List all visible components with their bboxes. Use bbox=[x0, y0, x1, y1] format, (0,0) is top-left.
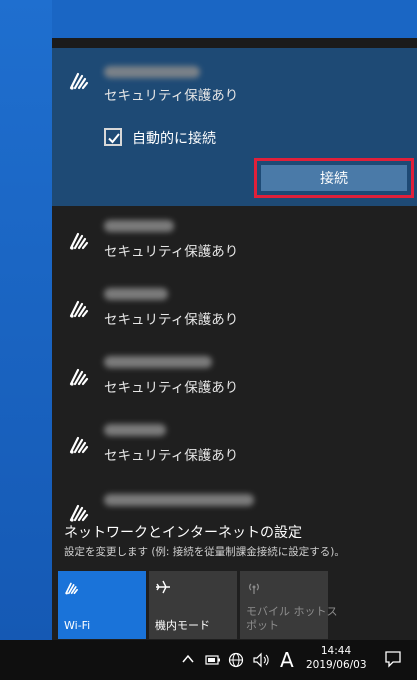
network-name bbox=[104, 356, 212, 368]
airplane-icon bbox=[155, 579, 171, 599]
wifi-icon bbox=[64, 579, 82, 599]
wifi-signal-icon bbox=[68, 432, 94, 454]
airplane-mode-tile[interactable]: 機内モード bbox=[149, 571, 237, 639]
connect-highlight: 接続 bbox=[254, 158, 414, 198]
network-status: セキュリティ保護あり bbox=[104, 88, 239, 104]
wifi-signal-icon bbox=[68, 500, 94, 522]
airplane-tile-label: 機内モード bbox=[155, 619, 210, 632]
clock-date: 2019/06/03 bbox=[306, 659, 367, 671]
auto-connect-label: 自動的に接続 bbox=[132, 131, 216, 147]
action-center-icon[interactable] bbox=[384, 650, 402, 672]
network-status: セキュリティ保護あり bbox=[104, 244, 239, 260]
taskbar-clock[interactable]: 14:44 2019/06/03 bbox=[306, 644, 367, 672]
clock-time: 14:44 bbox=[320, 645, 352, 657]
selected-network[interactable]: セキュリティ保護あり 自動的に接続 接続 bbox=[52, 48, 417, 206]
network-globe-icon[interactable] bbox=[228, 652, 244, 672]
list-item[interactable]: セキュリティ保護あり bbox=[52, 274, 417, 342]
battery-icon[interactable] bbox=[205, 654, 221, 670]
network-name bbox=[104, 288, 168, 300]
ime-indicator[interactable]: A bbox=[280, 648, 294, 672]
network-name bbox=[104, 66, 200, 78]
network-status: セキュリティ保護あり bbox=[104, 448, 239, 464]
quick-actions: Wi-Fi 機内モード モバイル ホットス ポット bbox=[58, 571, 417, 639]
wifi-toggle-tile[interactable]: Wi-Fi bbox=[58, 571, 146, 639]
desktop-background bbox=[0, 0, 52, 640]
network-flyout: セキュリティ保護あり 自動的に接続 接続 セキュリティ保護あり セキュリティ保護… bbox=[52, 38, 417, 640]
wifi-tile-label: Wi-Fi bbox=[64, 619, 91, 632]
network-settings-link[interactable]: ネットワークとインターネットの設定 bbox=[64, 522, 302, 542]
connect-button[interactable]: 接続 bbox=[261, 165, 407, 191]
show-hidden-icons-button[interactable] bbox=[182, 652, 194, 668]
network-settings-description: 設定を変更します (例: 接続を従量制課金接続に設定する)。 bbox=[64, 546, 345, 558]
network-status: セキュリティ保護あり bbox=[104, 380, 239, 396]
wifi-signal-icon bbox=[68, 228, 94, 250]
auto-connect-checkbox[interactable] bbox=[104, 128, 122, 146]
wifi-signal-icon bbox=[68, 68, 94, 90]
network-status: セキュリティ保護あり bbox=[104, 312, 239, 328]
wifi-signal-icon bbox=[68, 296, 94, 318]
wifi-signal-icon bbox=[68, 364, 94, 386]
network-name bbox=[104, 424, 166, 436]
list-item[interactable]: セキュリティ保護あり bbox=[52, 410, 417, 478]
flyout-top-edge bbox=[52, 38, 417, 48]
volume-icon[interactable] bbox=[252, 652, 270, 672]
hotspot-icon bbox=[246, 579, 262, 599]
network-name bbox=[104, 494, 254, 506]
hotspot-tile-label: モバイル ホットス ポット bbox=[246, 605, 338, 632]
list-item[interactable] bbox=[52, 478, 417, 522]
network-name bbox=[104, 220, 174, 232]
mobile-hotspot-tile[interactable]: モバイル ホットス ポット bbox=[240, 571, 338, 639]
list-item[interactable]: セキュリティ保護あり bbox=[52, 342, 417, 410]
list-item[interactable]: セキュリティ保護あり bbox=[52, 206, 417, 274]
network-list: セキュリティ保護あり セキュリティ保護あり セキュリティ保護あり セキュリティ保… bbox=[52, 206, 417, 522]
taskbar: A 14:44 2019/06/03 bbox=[0, 640, 417, 680]
